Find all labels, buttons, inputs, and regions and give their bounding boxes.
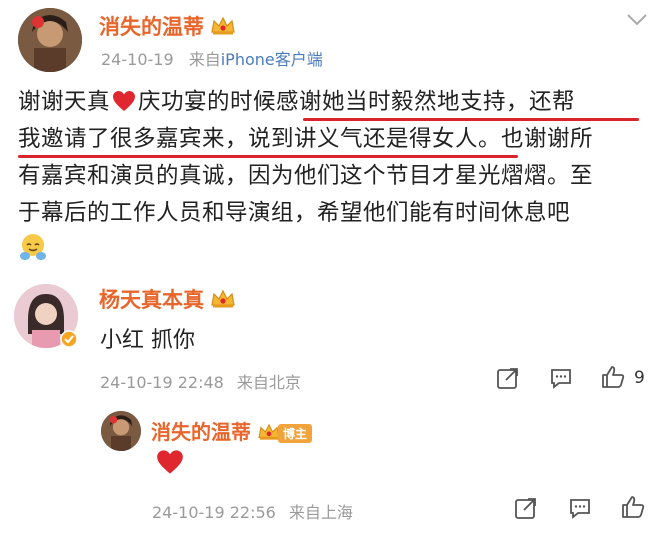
red-heart-icon bbox=[112, 87, 136, 124]
red-heart-icon bbox=[156, 449, 184, 479]
like-icon[interactable] bbox=[600, 364, 626, 394]
post-body-line-4: 于幕后的工作人员和导演组，希望他们能有时间休息吧 bbox=[18, 200, 571, 226]
vip-crown-icon bbox=[210, 289, 236, 314]
share-icon[interactable] bbox=[514, 496, 538, 524]
reply-time: 24-10-19 22:56 bbox=[152, 503, 276, 522]
post-client[interactable]: iPhone客户端 bbox=[221, 50, 323, 69]
reply-author-avatar[interactable] bbox=[101, 411, 141, 451]
comment-location: 来自北京 bbox=[236, 373, 301, 392]
verified-badge-icon bbox=[60, 330, 78, 352]
post-from-label: 来自 bbox=[188, 50, 221, 69]
comment-text: 小红 抓你 bbox=[100, 328, 195, 353]
chevron-down-icon[interactable] bbox=[626, 12, 648, 31]
post-meta: 24-10-19 来自iPhone客户端 bbox=[101, 46, 323, 70]
post-body-line-2: 我邀请了很多嘉宾来，说到讲义气还是得女人。也谢谢所 bbox=[18, 126, 594, 152]
like-count: 9 bbox=[634, 368, 645, 388]
share-icon[interactable] bbox=[496, 366, 520, 394]
reply-meta: 24-10-19 22:56 来自上海 bbox=[152, 499, 353, 523]
comment-author-name[interactable]: 杨天真本真 bbox=[99, 284, 236, 314]
author-badge: 博主 bbox=[278, 424, 313, 443]
like-icon[interactable] bbox=[620, 494, 646, 524]
comment-meta: 24-10-19 22:48 来自北京 bbox=[100, 369, 301, 393]
hug-emoji-icon bbox=[18, 232, 48, 266]
post-time: 24-10-19 bbox=[101, 50, 174, 69]
post-author-avatar[interactable] bbox=[18, 8, 82, 72]
vip-crown-icon bbox=[210, 16, 236, 41]
post-author-name[interactable]: 消失的温蒂 bbox=[99, 11, 236, 41]
reply-author-name[interactable]: 消失的温蒂 博主 bbox=[151, 416, 313, 446]
reply-location: 来自上海 bbox=[288, 503, 353, 522]
post-body-line-3: 有嘉宾和演员的真诚，因为他们这个节目才星光熠熠。至 bbox=[18, 163, 594, 189]
comment-time: 24-10-19 22:48 bbox=[100, 373, 224, 392]
comment-icon[interactable] bbox=[549, 366, 573, 394]
comment-icon[interactable] bbox=[568, 496, 592, 524]
